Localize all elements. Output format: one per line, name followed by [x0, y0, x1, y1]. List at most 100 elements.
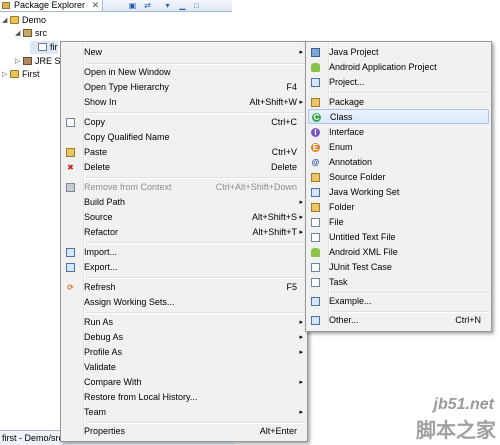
- submenu-item-source-folder[interactable]: Source Folder: [308, 170, 489, 185]
- menu-item-refresh[interactable]: ⟳ Refresh F5: [63, 280, 305, 295]
- submenu-item-annotation[interactable]: @ Annotation: [308, 155, 489, 170]
- tree-item-src[interactable]: ◢ src: [15, 27, 47, 40]
- status-text: first - Demo/src: [2, 433, 64, 443]
- watermark: jb51.net 脚本之家: [406, 392, 500, 444]
- menu-item-label: Folder: [329, 202, 355, 212]
- example-icon: [311, 297, 320, 306]
- submenu-item-interface[interactable]: I Interface: [308, 125, 489, 140]
- menu-item-import[interactable]: Import...: [63, 245, 305, 260]
- menu-item-label: Other...: [329, 315, 359, 325]
- menu-item-remove-from-context[interactable]: Remove from Context Ctrl+Alt+Shift+Down: [63, 180, 305, 195]
- submenu-item-class[interactable]: C Class: [308, 109, 489, 124]
- maximize-icon[interactable]: □: [192, 1, 201, 10]
- submenu-item-java-working-set[interactable]: Java Working Set: [308, 185, 489, 200]
- menu-item-copy[interactable]: Copy Ctrl+C: [63, 115, 305, 130]
- expand-twisty-icon[interactable]: ▷: [15, 55, 22, 68]
- submenu-arrow-icon: ▸: [299, 214, 303, 221]
- submenu-item-file[interactable]: File: [308, 215, 489, 230]
- menu-item-assign-working-sets[interactable]: Assign Working Sets...: [63, 295, 305, 310]
- view-menu-icon[interactable]: ▾: [163, 1, 172, 10]
- menu-item-paste[interactable]: Paste Ctrl+V: [63, 145, 305, 160]
- menu-item-build-path[interactable]: Build Path ▸: [63, 195, 305, 210]
- android-project-icon: [311, 63, 320, 72]
- package-explorer-tab[interactable]: Package Explorer ✕: [0, 0, 104, 11]
- submenu-item-example[interactable]: Example...: [308, 294, 489, 309]
- menu-item-label: Restore from Local History...: [84, 392, 198, 402]
- menu-item-profile-as[interactable]: Profile As ▸: [63, 345, 305, 360]
- submenu-item-android-xml-file[interactable]: Android XML File: [308, 245, 489, 260]
- source-folder-icon: [23, 29, 32, 37]
- expand-twisty-icon[interactable]: ▷: [2, 68, 9, 81]
- menu-item-compare-with[interactable]: Compare With ▸: [63, 375, 305, 390]
- menu-item-label: Build Path: [84, 197, 126, 207]
- submenu-item-untitled-text-file[interactable]: Untitled Text File: [308, 230, 489, 245]
- tree-item-first[interactable]: ▷ First: [2, 68, 40, 81]
- menu-separator: [86, 112, 305, 114]
- annotation-icon: @: [311, 158, 320, 167]
- submenu-item-junit-test-case[interactable]: JUnit Test Case: [308, 260, 489, 275]
- menu-item-export[interactable]: Export...: [63, 260, 305, 275]
- menu-item-label: Untitled Text File: [329, 232, 396, 242]
- menu-item-show-in[interactable]: Show In Alt+Shift+W ▸: [63, 95, 305, 110]
- menu-item-shortcut: Ctrl+Alt+Shift+Down: [215, 182, 297, 192]
- tree-item-jre[interactable]: ▷ JRE S: [15, 55, 61, 68]
- menu-item-label: Validate: [84, 362, 116, 372]
- menu-item-shortcut: Alt+Shift+S: [251, 212, 297, 222]
- expand-twisty-icon[interactable]: ◢: [2, 14, 9, 27]
- refresh-icon: ⟳: [67, 283, 74, 292]
- menu-item-label: Run As: [84, 317, 114, 327]
- menu-item-shortcut: Alt+Enter: [259, 426, 297, 436]
- menu-item-debug-as[interactable]: Debug As ▸: [63, 330, 305, 345]
- tree-item-demo[interactable]: ◢ Demo: [2, 14, 46, 27]
- submenu-item-project[interactable]: Project...: [308, 75, 489, 90]
- source-folder-icon: [311, 173, 320, 182]
- menu-item-properties[interactable]: Properties Alt+Enter: [63, 424, 305, 439]
- submenu-item-android-application-project[interactable]: Android Application Project: [308, 60, 489, 75]
- menu-item-run-as[interactable]: Run As ▸: [63, 315, 305, 330]
- export-icon: [66, 263, 75, 272]
- menu-item-label: Profile As: [84, 347, 123, 357]
- delete-icon: ✖: [67, 163, 74, 172]
- menu-item-restore-from-local-history[interactable]: Restore from Local History...: [63, 390, 305, 405]
- menu-item-new[interactable]: New ▸: [63, 45, 305, 60]
- menu-item-delete[interactable]: ✖ Delete Delete: [63, 160, 305, 175]
- submenu-item-java-project[interactable]: Java Project: [308, 45, 489, 60]
- tab-title: Package Explorer: [14, 0, 86, 10]
- package-icon: [311, 98, 320, 107]
- menu-item-label: Delete: [84, 162, 111, 172]
- submenu-item-other[interactable]: Other... Ctrl+N: [308, 313, 489, 328]
- package-explorer-icon: [2, 2, 10, 9]
- submenu-item-folder[interactable]: Folder: [308, 200, 489, 215]
- submenu-arrow-icon: ▸: [299, 334, 303, 341]
- minimize-icon[interactable]: ▁: [178, 1, 187, 10]
- menu-item-team[interactable]: Team ▸: [63, 405, 305, 420]
- link-with-editor-icon[interactable]: ⇄: [143, 1, 152, 10]
- menu-item-label: Copy Qualified Name: [84, 132, 170, 142]
- submenu-item-package[interactable]: Package: [308, 95, 489, 110]
- submenu-arrow-icon: ▸: [299, 319, 303, 326]
- menu-item-validate[interactable]: Validate: [63, 360, 305, 375]
- menu-item-label: Example...: [329, 296, 372, 306]
- menu-item-open-in-new-window[interactable]: Open in New Window: [63, 65, 305, 80]
- menu-item-source[interactable]: Source Alt+Shift+S ▸: [63, 210, 305, 225]
- tree-item-label: First: [22, 69, 40, 79]
- menu-item-label: Source Folder: [329, 172, 386, 182]
- submenu-item-task[interactable]: Task: [308, 275, 489, 290]
- watermark-domain: jb51.net: [433, 396, 494, 413]
- menu-item-label: Team: [84, 407, 107, 417]
- menu-item-open-type-hierarchy[interactable]: Open Type Hierarchy F4: [63, 80, 305, 95]
- menu-item-refactor[interactable]: Refactor Alt+Shift+T ▸: [63, 225, 305, 240]
- submenu-arrow-icon: ▸: [299, 349, 303, 356]
- close-icon[interactable]: ✕: [92, 0, 100, 10]
- submenu-item-enum[interactable]: E Enum: [308, 140, 489, 155]
- collapse-all-icon[interactable]: ▣: [128, 1, 137, 10]
- menu-item-label: Java Working Set: [329, 187, 400, 197]
- menu-item-label: Copy: [84, 117, 106, 127]
- tree-item-label: src: [35, 28, 47, 38]
- tree-item-first-package[interactable]: fir: [30, 41, 58, 54]
- android-xml-icon: [311, 248, 320, 257]
- menu-item-shortcut: Alt+Shift+W: [249, 97, 297, 107]
- menu-item-copy-qualified-name[interactable]: Copy Qualified Name: [63, 130, 305, 145]
- expand-twisty-icon[interactable]: ◢: [15, 27, 22, 40]
- task-icon: [311, 278, 320, 287]
